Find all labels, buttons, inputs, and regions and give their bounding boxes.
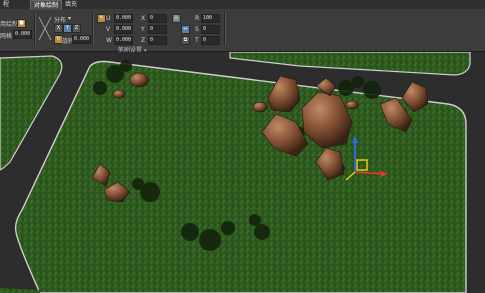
lock-icon[interactable]: 🔒 [172,14,181,23]
y-label: Y [141,26,145,33]
grid-spinner[interactable]: 0.000 [13,30,32,39]
r-label: R [195,15,200,22]
z-label: Z [141,37,146,44]
align-icon [38,16,52,41]
y-spinner[interactable]: 0 [148,25,167,34]
u-label: U [106,15,111,22]
brush-icon[interactable]: ✎ [97,14,106,23]
distribute-label: 分布 [54,17,67,24]
axis-z-button[interactable]: Z [72,24,81,33]
u-spinner[interactable]: 0.000 [114,14,133,23]
r-spinner[interactable]: 100 [201,14,220,23]
v-label: V [106,26,111,33]
w-label: W [106,37,112,44]
z-spinner[interactable]: 0 [148,36,167,45]
v-spinner[interactable]: 0.000 [114,25,133,34]
copy-icon[interactable]: ⧉ [181,36,190,45]
tab-process[interactable]: 程 [0,0,12,9]
tab-object-paint[interactable]: 对象绘制 [30,0,63,10]
ribbon-tabs: 程 对象绘制 填充 [0,0,485,10]
paint-mode-button[interactable]: ■ [17,19,26,28]
paint-label: 用绘制 [0,21,19,28]
t-label: T [195,37,199,44]
3d-viewport[interactable] [0,52,485,293]
s-spinner[interactable]: 0 [201,25,220,34]
x-label: X [141,15,146,22]
rotation-spinner[interactable]: 0.000 [72,35,91,44]
s-label: S [195,26,199,33]
grid-label: 网格 [0,33,13,40]
w-spinner[interactable]: 0.000 [114,36,133,45]
scale-icon[interactable]: ⇔ [181,25,190,34]
app-window: 程 对象绘制 填充 用绘制 ■ 网格 0.000 分布 ▾ X Y Z ↻ 旋转… [0,0,485,293]
axis-y-button[interactable]: Y [63,24,72,33]
terrain-scene [0,52,485,293]
t-spinner[interactable]: 0 [201,36,220,45]
tab-fill[interactable]: 填充 [62,0,80,9]
ribbon-toolbar: 程 对象绘制 填充 用绘制 ■ 网格 0.000 分布 ▾ X Y Z ↻ 旋转… [0,0,485,54]
axis-x-button[interactable]: X [54,24,63,33]
chevron-down-icon[interactable]: ▾ [68,15,71,22]
x-spinner[interactable]: 0 [148,14,167,23]
